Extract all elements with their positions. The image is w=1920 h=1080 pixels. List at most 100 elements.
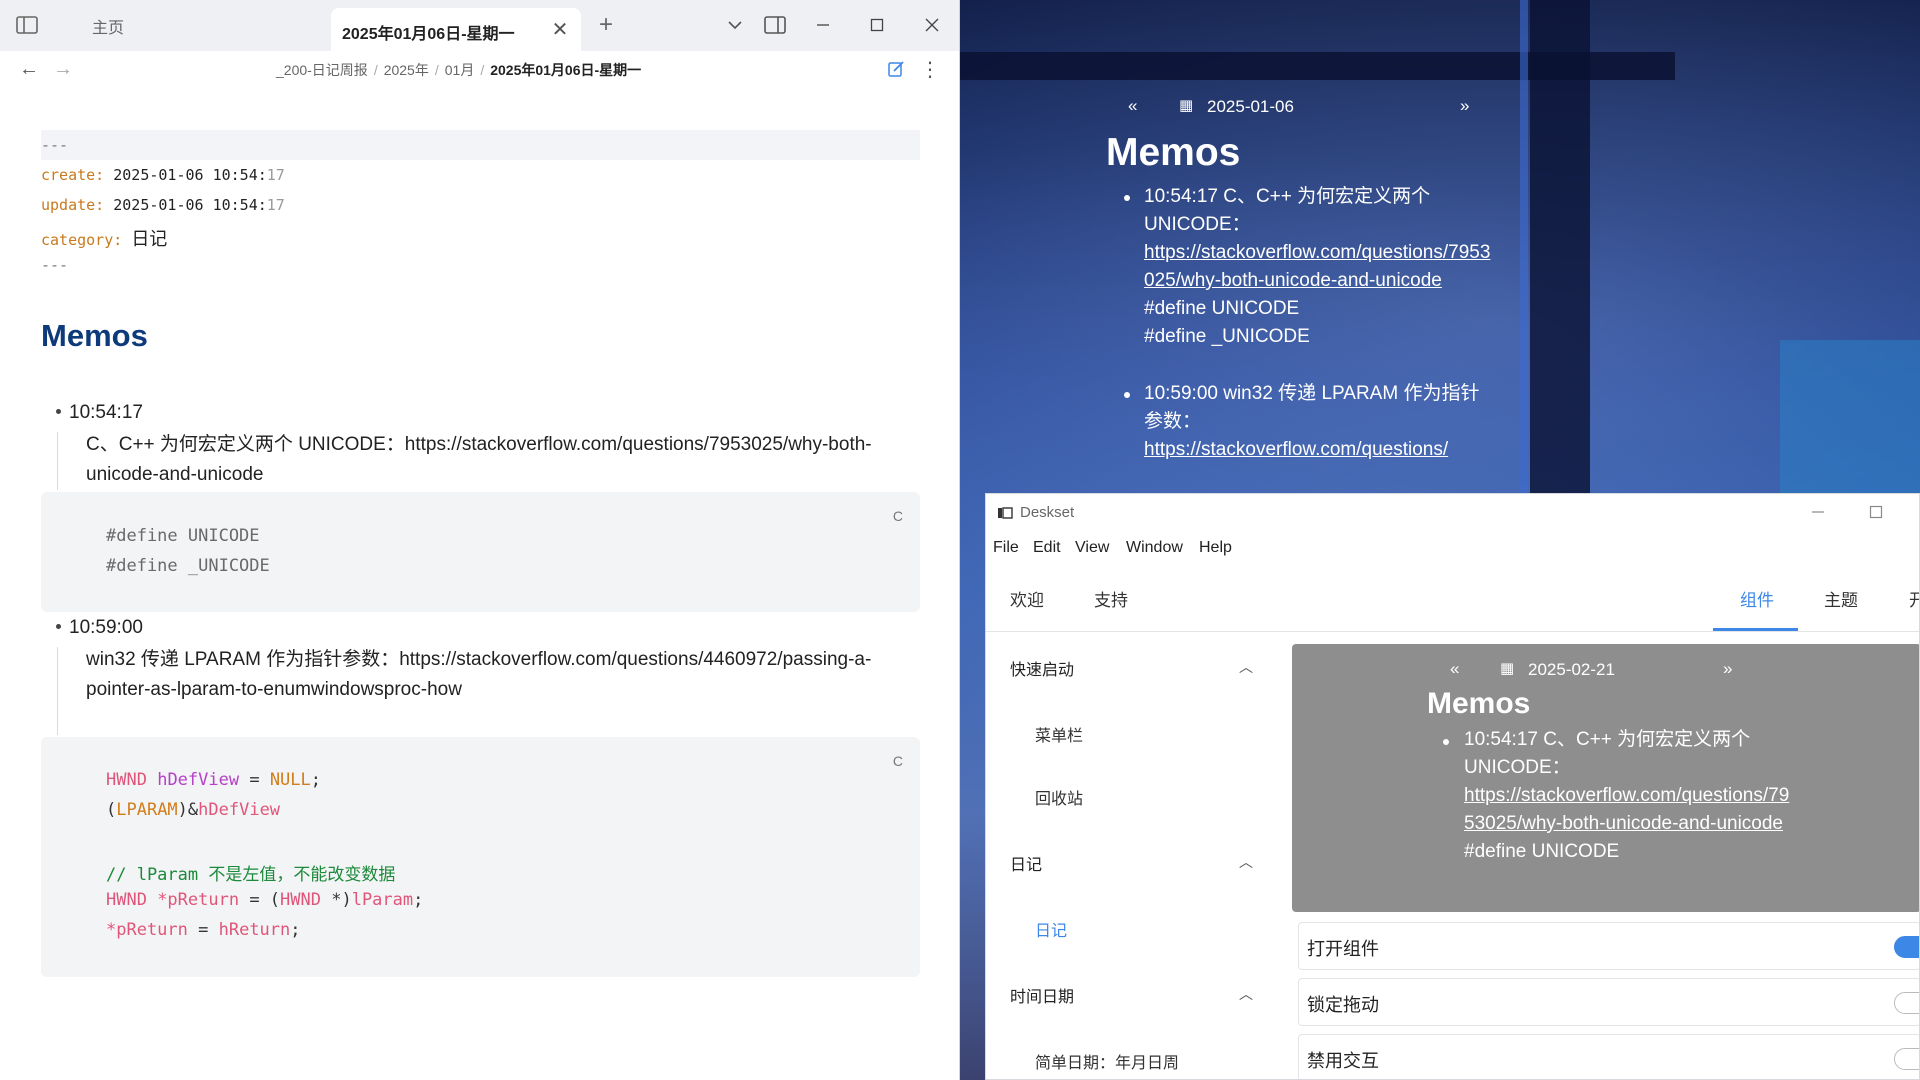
- bullet-dot: [56, 409, 61, 414]
- wallpaper-glow: [1520, 0, 1528, 500]
- widget-item-1-code1: #define UNICODE: [1144, 298, 1300, 319]
- note-heading: Memos: [41, 318, 148, 353]
- option-label: 锁定拖动: [1307, 995, 1379, 1015]
- chevron-up-icon[interactable]: ︿: [1239, 984, 1253, 1004]
- yaml-key: update:: [41, 196, 105, 214]
- code-line: #define _UNICODE: [106, 556, 270, 576]
- sidebar-item-diary[interactable]: 日记: [1035, 917, 1067, 941]
- memo-text[interactable]: win32 传递 LPARAM 作为指针参数：https://stackover…: [86, 645, 876, 705]
- forward-icon[interactable]: →: [50, 58, 76, 80]
- option-label: 禁用交互: [1307, 1051, 1379, 1071]
- back-icon[interactable]: ←: [16, 58, 42, 80]
- memo-time: 10:59:00: [69, 617, 143, 638]
- widget-bullet: [1124, 392, 1130, 398]
- preview-item-link[interactable]: https://stackoverflow.com/questions/7953…: [1464, 782, 1794, 838]
- toggle-switch[interactable]: [1894, 936, 1919, 958]
- indent-guide: [57, 432, 58, 490]
- tab-support[interactable]: 支持: [1094, 586, 1128, 611]
- breadcrumb-item[interactable]: 01月: [445, 62, 475, 78]
- toggle-switch[interactable]: [1894, 1048, 1919, 1070]
- new-tab-icon[interactable]: +: [593, 11, 619, 38]
- yaml-seconds: 17: [266, 166, 285, 184]
- sidebar-toggle-icon[interactable]: [14, 13, 40, 37]
- deskset-window: Deskset File Edit View Window Help 欢迎 支持…: [985, 493, 1920, 1080]
- preview-bullet: [1443, 739, 1449, 745]
- chevron-up-icon[interactable]: ︿: [1239, 657, 1253, 677]
- code-lang: C: [892, 753, 903, 769]
- group-diary[interactable]: 日记: [1010, 851, 1042, 875]
- window-title: Deskset: [1020, 504, 1075, 521]
- widget-item-2-link[interactable]: https://stackoverflow.com/questions/: [1144, 436, 1494, 464]
- calendar-icon: ▦: [1500, 660, 1515, 677]
- menu-window[interactable]: Window: [1126, 539, 1183, 557]
- tab-themes[interactable]: 主题: [1824, 586, 1858, 611]
- frontmatter-fence-open: ---: [41, 136, 69, 154]
- group-quick-launch[interactable]: 快速启动: [1010, 656, 1074, 680]
- frontmatter-create[interactable]: create: 2025-01-06 10:54:17: [41, 166, 285, 184]
- preview-item-code: #define UNICODE: [1464, 841, 1620, 862]
- tab-active[interactable]: 2025年01月06日-星期一 ✕: [331, 8, 581, 51]
- list-item: 10:54:17: [56, 402, 143, 424]
- frontmatter-category[interactable]: category: 日记: [41, 225, 167, 251]
- menu-file[interactable]: File: [993, 539, 1019, 557]
- widget-item-2-text: 10:59:00 win32 传递 LPARAM 作为指针参数：: [1144, 383, 1480, 432]
- group-datetime[interactable]: 时间日期: [1010, 983, 1074, 1007]
- preview-title: Memos: [1427, 687, 1531, 720]
- prev-day-icon[interactable]: «: [1450, 659, 1459, 679]
- close-tab-icon[interactable]: ✕: [549, 18, 571, 41]
- code-comment: // lParam 不是左值，不能改变数据: [106, 865, 396, 885]
- calendar-icon: ▦: [1179, 97, 1194, 114]
- menu-help[interactable]: Help: [1199, 539, 1232, 557]
- split-view-icon[interactable]: [762, 13, 788, 37]
- sidebar-item-menubar[interactable]: 菜单栏: [1035, 722, 1083, 746]
- tab-home[interactable]: 主页: [72, 12, 144, 46]
- tab-welcome[interactable]: 欢迎: [1010, 586, 1044, 611]
- yaml-key: create:: [41, 166, 105, 184]
- more-options-icon[interactable]: ⋮: [920, 58, 940, 81]
- next-day-icon[interactable]: »: [1460, 96, 1469, 116]
- menu-view[interactable]: View: [1075, 539, 1109, 557]
- frontmatter-update[interactable]: update: 2025-01-06 10:54:17: [41, 196, 285, 214]
- tab-more[interactable]: 开: [1909, 586, 1919, 611]
- breadcrumb-item[interactable]: _200-日记周报: [276, 62, 368, 78]
- bullet-dot: [56, 624, 61, 629]
- list-item: 10:59:00: [56, 617, 143, 639]
- widget-title: Memos: [1106, 131, 1241, 174]
- minimize-icon[interactable]: [810, 13, 836, 37]
- breadcrumb-current[interactable]: 2025年01月06日-星期一: [490, 62, 641, 78]
- memo-text[interactable]: C、C++ 为何宏定义两个 UNICODE：https://stackoverf…: [86, 430, 918, 490]
- breadcrumb-item[interactable]: 2025年: [384, 62, 429, 78]
- frontmatter-fence-bg: [41, 130, 920, 160]
- chevron-down-icon[interactable]: [722, 12, 748, 38]
- code-line: HWND *pReturn = (HWND *)lParam;: [106, 890, 424, 910]
- chevron-up-icon[interactable]: ︿: [1239, 852, 1253, 872]
- sidebar-item-recycle-bin[interactable]: 回收站: [1035, 785, 1083, 809]
- obsidian-window: 主页 2025年01月06日-星期一 ✕ + ← → _200-日记周报/202…: [0, 0, 960, 1080]
- code-line: HWND hDefView = NULL;: [106, 770, 322, 790]
- code-block[interactable]: C: [41, 492, 920, 612]
- widget-item-1-link[interactable]: https://stackoverflow.com/questions/7953…: [1144, 239, 1494, 295]
- minimize-icon[interactable]: [1806, 500, 1830, 524]
- option-lock-drag: 锁定拖动: [1298, 978, 1919, 1026]
- sidebar-item-simple-date[interactable]: 简单日期：年月日周: [1035, 1049, 1179, 1073]
- widget-item-1: 10:54:17 C、C++ 为何宏定义两个 UNICODE： https://…: [1144, 183, 1494, 351]
- toggle-switch[interactable]: [1894, 992, 1919, 1014]
- code-lang: C: [892, 508, 903, 524]
- maximize-icon[interactable]: [1864, 500, 1888, 524]
- divider: [986, 631, 1919, 632]
- preview-item-text: 10:54:17 C、C++ 为何宏定义两个 UNICODE：: [1464, 729, 1751, 778]
- yaml-key: category:: [41, 231, 123, 249]
- prev-day-icon[interactable]: «: [1128, 96, 1137, 116]
- code-line: *pReturn = hReturn;: [106, 920, 301, 940]
- widget-item-1-code2: #define _UNICODE: [1144, 326, 1310, 347]
- edit-icon[interactable]: [884, 58, 908, 80]
- breadcrumb: _200-日记周报/2025年/01月/2025年01月06日-星期一: [276, 62, 642, 78]
- yaml-seconds: 17: [266, 196, 285, 214]
- memo-time: 10:54:17: [69, 402, 143, 423]
- close-window-icon[interactable]: [919, 13, 945, 37]
- menu-edit[interactable]: Edit: [1033, 539, 1061, 557]
- tab-widgets[interactable]: 组件: [1740, 586, 1774, 611]
- next-day-icon[interactable]: »: [1723, 659, 1732, 679]
- indent-guide: [57, 647, 58, 735]
- maximize-icon[interactable]: [864, 13, 890, 37]
